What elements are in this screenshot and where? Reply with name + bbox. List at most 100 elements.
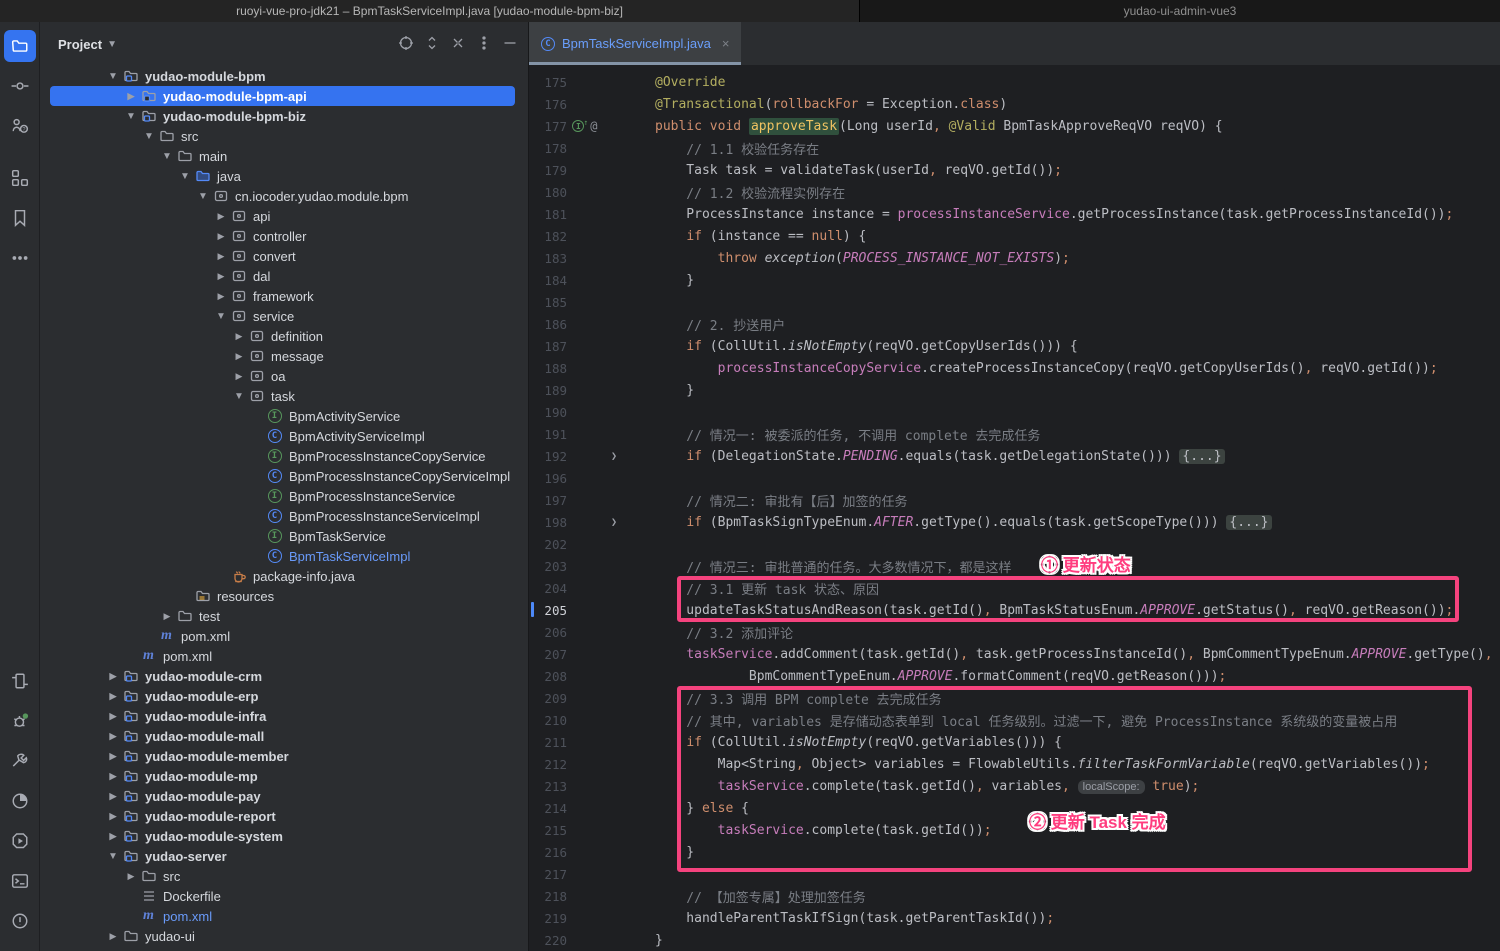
chevron-right-icon[interactable]: ▶ [212, 251, 230, 262]
chevron-right-icon[interactable]: ▶ [212, 291, 230, 302]
code-line-206[interactable]: 206 // 3.2 添加评论 [529, 621, 1500, 643]
tree-row-bpmactivityserviceimpl[interactable]: CBpmActivityServiceImpl [40, 426, 528, 446]
code-line-177[interactable]: 177I↑@public void approveTask(Long userI… [529, 115, 1500, 137]
fold-arrow-icon[interactable]: ❯ [603, 451, 625, 462]
chevron-right-icon[interactable]: ▶ [212, 231, 230, 242]
tree-row-package-info-java[interactable]: package-info.java [40, 566, 528, 586]
chevron-down-icon[interactable]: ▼ [104, 71, 122, 82]
tree-row-bpmtaskserviceimpl[interactable]: CBpmTaskServiceImpl [40, 546, 528, 566]
chevron-right-icon[interactable]: ▶ [104, 671, 122, 682]
tree-row-yudao-module-bpm-api[interactable]: ▶yudao-module-bpm-api [40, 86, 528, 106]
fold-arrow-icon[interactable]: ❯ [603, 517, 625, 528]
chevron-right-icon[interactable]: ▶ [230, 331, 248, 342]
chevron-right-icon[interactable]: ▶ [158, 611, 176, 622]
tree-row-task[interactable]: ▼task [40, 386, 528, 406]
editor-tab-bpmtaskserviceimpl[interactable]: C BpmTaskServiceImpl.java × [529, 22, 741, 65]
bookmarks-icon[interactable] [4, 202, 36, 234]
tree-row-src[interactable]: ▶src [40, 866, 528, 886]
code-line-218[interactable]: 218 // 【加签专属】处理加签任务 [529, 885, 1500, 907]
tree-row-convert[interactable]: ▶convert [40, 246, 528, 266]
chevron-right-icon[interactable]: ▶ [104, 931, 122, 942]
code-line-175[interactable]: 175@Override [529, 71, 1500, 93]
project-panel-title[interactable]: Project ▼ [58, 37, 117, 52]
tree-row-yudao-module-bpm[interactable]: ▼yudao-module-bpm [40, 66, 528, 86]
chevron-right-icon[interactable]: ▶ [104, 691, 122, 702]
chevron-right-icon[interactable]: ▶ [104, 731, 122, 742]
chevron-right-icon[interactable]: ▶ [104, 791, 122, 802]
tree-row-yudao-module-member[interactable]: ▶yudao-module-member [40, 746, 528, 766]
tree-row-yudao-module-crm[interactable]: ▶yudao-module-crm [40, 666, 528, 686]
build-icon[interactable] [4, 745, 36, 777]
chevron-right-icon[interactable]: ▶ [104, 831, 122, 842]
chevron-right-icon[interactable]: ▶ [104, 711, 122, 722]
chevron-down-icon[interactable]: ▼ [212, 311, 230, 322]
chevron-right-icon[interactable]: ▶ [212, 211, 230, 222]
structure-icon[interactable] [4, 162, 36, 194]
tree-row-src[interactable]: ▼src [40, 126, 528, 146]
chevron-right-icon[interactable]: ▶ [104, 811, 122, 822]
tree-row-dockerfile[interactable]: Dockerfile [40, 886, 528, 906]
code-line-180[interactable]: 180 // 1.2 校验流程实例存在 [529, 181, 1500, 203]
tree-row-yudao-module-erp[interactable]: ▶yudao-module-erp [40, 686, 528, 706]
chevron-down-icon[interactable]: ▼ [230, 391, 248, 402]
problems-icon[interactable] [4, 905, 36, 937]
code-line-207[interactable]: 207 taskService.addComment(task.getId(),… [529, 643, 1500, 665]
code-line-203[interactable]: 203 // 情况三: 审批普通的任务。大多数情况下，都是这样 [529, 555, 1500, 577]
chevron-right-icon[interactable]: ▶ [230, 371, 248, 382]
code-line-208[interactable]: 208 BpmCommentTypeEnum.APPROVE.formatCom… [529, 665, 1500, 687]
code-line-191[interactable]: 191 // 情况一: 被委派的任务, 不调用 complete 去完成任务 [529, 423, 1500, 445]
chevron-right-icon[interactable]: ▶ [122, 871, 140, 882]
tree-row-test[interactable]: ▶test [40, 606, 528, 626]
code-line-176[interactable]: 176@Transactional(rollbackFor = Exceptio… [529, 93, 1500, 115]
implementing-method-icon[interactable]: I↑@ [567, 119, 603, 133]
chevron-down-icon[interactable]: ▼ [140, 131, 158, 142]
tree-row-dal[interactable]: ▶dal [40, 266, 528, 286]
profiler-icon[interactable] [4, 785, 36, 817]
code-line-220[interactable]: 220} [529, 929, 1500, 951]
run-icon[interactable] [4, 825, 36, 857]
more-tools-icon[interactable] [4, 242, 36, 274]
code-line-202[interactable]: 202 [529, 533, 1500, 555]
tree-row-cn-iocoder-yudao-module-bpm[interactable]: ▼cn.iocoder.yudao.module.bpm [40, 186, 528, 206]
tree-row-oa[interactable]: ▶oa [40, 366, 528, 386]
code-line-196[interactable]: 196 [529, 467, 1500, 489]
tree-row-api[interactable]: ▶api [40, 206, 528, 226]
code-line-186[interactable]: 186 // 2. 抄送用户 [529, 313, 1500, 335]
tree-row-yudao-server[interactable]: ▼yudao-server [40, 846, 528, 866]
tree-row-definition[interactable]: ▶definition [40, 326, 528, 346]
tree-row-service[interactable]: ▼service [40, 306, 528, 326]
locate-file-icon[interactable] [398, 35, 414, 54]
code-line-183[interactable]: 183 throw exception(PROCESS_INSTANCE_NOT… [529, 247, 1500, 269]
code-line-187[interactable]: 187 if (CollUtil.isNotEmpty(reqVO.getCop… [529, 335, 1500, 357]
code-line-192[interactable]: 192❯ if (DelegationState.PENDING.equals(… [529, 445, 1500, 467]
tree-row-pom-xml[interactable]: mpom.xml [40, 906, 528, 926]
code-line-185[interactable]: 185 [529, 291, 1500, 313]
terminal-icon[interactable] [4, 865, 36, 897]
collapse-all-icon[interactable] [450, 35, 466, 54]
chevron-down-icon[interactable]: ▼ [122, 111, 140, 122]
tree-row-bpmactivityservice[interactable]: IBpmActivityService [40, 406, 528, 426]
chevron-down-icon[interactable]: ▼ [176, 171, 194, 182]
tree-row-yudao-module-pay[interactable]: ▶yudao-module-pay [40, 786, 528, 806]
tree-row-yudao-module-system[interactable]: ▶yudao-module-system [40, 826, 528, 846]
code-line-219[interactable]: 219 handleParentTaskIfSign(task.getParen… [529, 907, 1500, 929]
pull-requests-icon[interactable]: ? [4, 110, 36, 142]
code-line-178[interactable]: 178 // 1.1 校验任务存在 [529, 137, 1500, 159]
tree-row-pom-xml[interactable]: mpom.xml [40, 626, 528, 646]
tree-row-main[interactable]: ▼main [40, 146, 528, 166]
tree-row-bpmtaskservice[interactable]: IBpmTaskService [40, 526, 528, 546]
debug-icon[interactable] [4, 705, 36, 737]
tree-row-yudao-module-mall[interactable]: ▶yudao-module-mall [40, 726, 528, 746]
tree-row-bpmprocessinstanceserviceimpl[interactable]: CBpmProcessInstanceServiceImpl [40, 506, 528, 526]
code-line-179[interactable]: 179 Task task = validateTask(userId, req… [529, 159, 1500, 181]
tree-row-yudao-module-report[interactable]: ▶yudao-module-report [40, 806, 528, 826]
tree-row-framework[interactable]: ▶framework [40, 286, 528, 306]
close-icon[interactable]: × [722, 36, 730, 51]
tree-row-controller[interactable]: ▶controller [40, 226, 528, 246]
code-line-188[interactable]: 188 processInstanceCopyService.createPro… [529, 357, 1500, 379]
chevron-right-icon[interactable]: ▶ [122, 91, 140, 102]
chevron-down-icon[interactable]: ▼ [158, 151, 176, 162]
code-line-197[interactable]: 197 // 情况二: 审批有【后】加签的任务 [529, 489, 1500, 511]
code-line-189[interactable]: 189 } [529, 379, 1500, 401]
code-line-198[interactable]: 198❯ if (BpmTaskSignTypeEnum.AFTER.getTy… [529, 511, 1500, 533]
